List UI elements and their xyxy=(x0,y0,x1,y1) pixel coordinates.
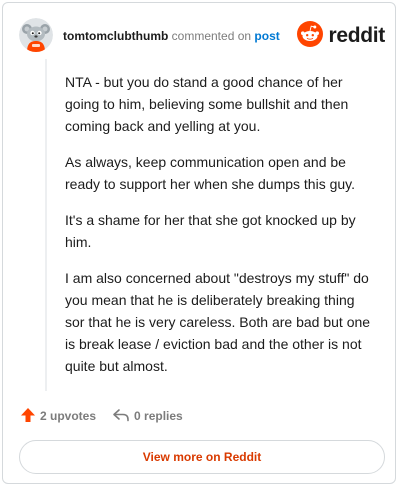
embedded-comment-card: tomtomclubthumb commented on post reddit xyxy=(2,2,396,484)
replies-count: 0 replies xyxy=(134,409,183,423)
reddit-wordmark: reddit xyxy=(328,24,385,47)
reddit-logo-icon xyxy=(297,20,324,52)
reddit-brand[interactable]: reddit xyxy=(297,20,385,52)
upvote-arrow-icon xyxy=(20,407,40,426)
comment-paragraph: As always, keep communication open and b… xyxy=(65,154,356,192)
comment-paragraph: I am also concerned about "destroys my s… xyxy=(65,270,371,374)
comment-header: tomtomclubthumb commented on post reddit xyxy=(19,18,385,54)
comment-meta: tomtomclubthumb commented on post xyxy=(63,28,280,44)
comment-body: NTA - but you do stand a good chance of … xyxy=(45,59,385,391)
comment-footer: 2 upvotes 0 replies xyxy=(20,406,199,426)
upvotes-stat[interactable]: 2 upvotes xyxy=(20,407,96,426)
action-text: commented on xyxy=(171,29,252,43)
replies-stat[interactable]: 0 replies xyxy=(112,407,183,426)
post-link[interactable]: post xyxy=(254,29,279,43)
snoo-avatar-icon[interactable] xyxy=(19,18,53,52)
view-more-button[interactable]: View more on Reddit xyxy=(19,440,385,474)
comment-paragraph: It's a shame for her that she got knocke… xyxy=(65,212,356,250)
username-link[interactable]: tomtomclubthumb xyxy=(63,29,168,43)
upvotes-count: 2 upvotes xyxy=(40,409,97,423)
reply-arrow-icon xyxy=(112,407,134,426)
comment-paragraph: NTA - but you do stand a good chance of … xyxy=(65,74,349,134)
